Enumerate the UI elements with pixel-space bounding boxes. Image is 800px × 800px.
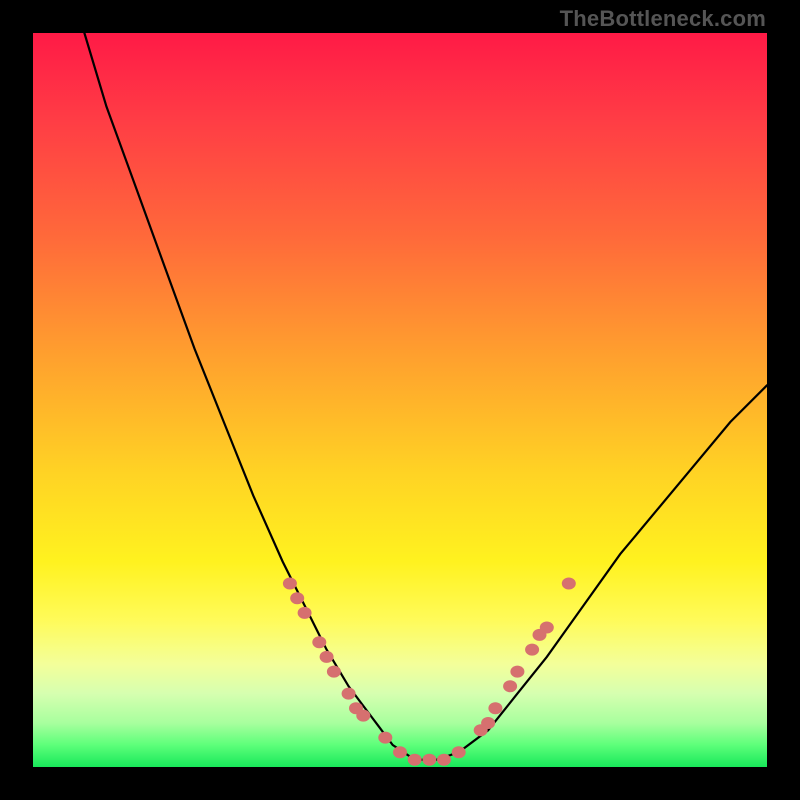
bottleneck-curve <box>84 33 767 760</box>
marker-left-cluster <box>312 636 326 648</box>
marker-right-cluster <box>488 702 502 714</box>
marker-bottom <box>452 746 466 758</box>
attribution-label: TheBottleneck.com <box>560 6 766 32</box>
marker-right-cluster <box>525 644 539 656</box>
marker-bottom <box>422 754 436 766</box>
chart-svg <box>33 33 767 767</box>
marker-bottom <box>437 754 451 766</box>
marker-left-cluster <box>283 578 297 590</box>
marker-dots <box>283 578 576 766</box>
marker-right-cluster <box>540 622 554 634</box>
marker-right-cluster <box>510 666 524 678</box>
marker-bottom <box>408 754 422 766</box>
marker-left-cluster <box>320 651 334 663</box>
chart-frame: TheBottleneck.com <box>0 0 800 800</box>
marker-left-cluster <box>290 592 304 604</box>
marker-right-cluster <box>503 680 517 692</box>
marker-left-cluster <box>327 666 341 678</box>
marker-left-cluster <box>356 710 370 722</box>
marker-right-cluster <box>481 717 495 729</box>
marker-left-cluster <box>298 607 312 619</box>
plot-area <box>33 33 767 767</box>
marker-bottom <box>378 732 392 744</box>
marker-right-cluster <box>562 578 576 590</box>
marker-left-cluster <box>342 688 356 700</box>
marker-bottom <box>393 746 407 758</box>
